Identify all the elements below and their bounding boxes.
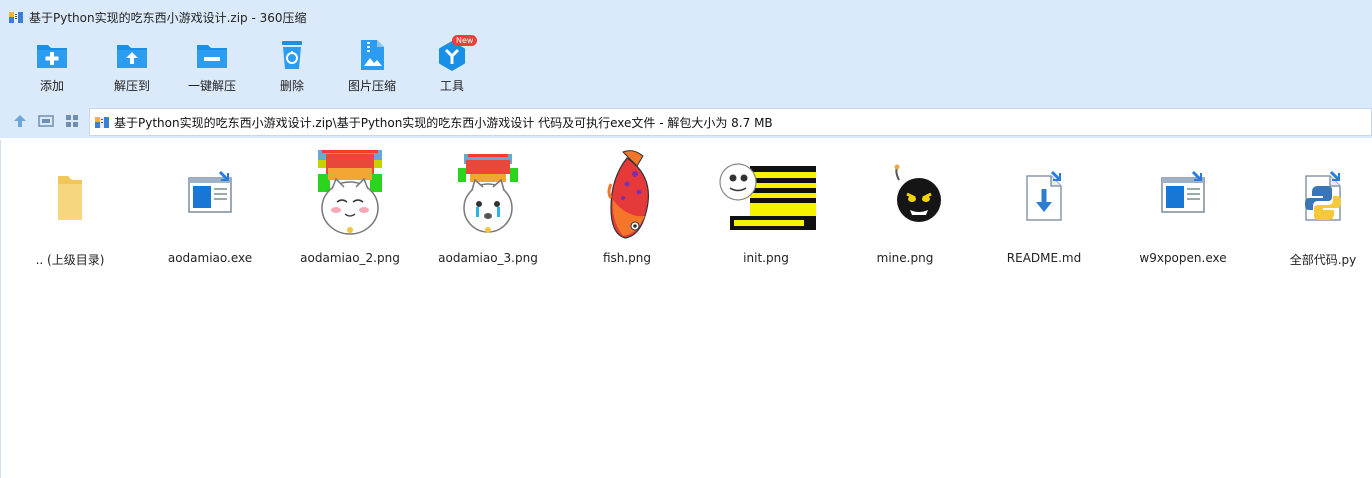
title-bar: 基于Python实现的吃东西小游戏设计.zip - 360压缩 (0, 0, 1372, 34)
file-item-aodamiao-exe[interactable]: aodamiao.exe (145, 144, 275, 265)
file-list-view: .. (上级目录) aodamiao.exe aodamiao_2.png ao… (0, 140, 1372, 478)
file-name: aodamiao_2.png (300, 251, 400, 265)
archive-icon (94, 114, 110, 130)
delete-button[interactable]: 删除 (252, 38, 332, 93)
file-name: README.md (1006, 251, 1082, 265)
window-title: 基于Python实现的吃东西小游戏设计.zip - 360压缩 (29, 10, 307, 25)
image-compress-button[interactable]: 图片压缩 (332, 38, 412, 93)
tools-label: 工具 (439, 79, 464, 93)
path-field[interactable]: 基于Python实现的吃东西小游戏设计.zip\基于Python实现的吃东西小游… (89, 108, 1372, 136)
file-name: w9xpopen.exe (1139, 251, 1227, 265)
file-item-all-code-py[interactable]: 全部代码.py (1258, 144, 1372, 268)
file-name: init.png (743, 251, 789, 265)
new-badge: New (452, 35, 478, 46)
file-item-readme-md[interactable]: README.md (979, 144, 1109, 265)
extract-to-button[interactable]: 解压到 (92, 38, 172, 93)
one-click-extract-label: 一键解压 (187, 79, 236, 93)
file-item-w9xpopen-exe[interactable]: w9xpopen.exe (1118, 144, 1248, 265)
file-name: fish.png (602, 251, 652, 265)
tools-button[interactable]: New 工具 (412, 35, 492, 93)
delete-label: 删除 (279, 79, 304, 93)
file-item-fish-png[interactable]: fish.png (562, 144, 692, 265)
cat-image-thumbnail (438, 144, 538, 239)
exe-icon (160, 144, 260, 239)
file-name: .. (上级目录) (35, 253, 105, 267)
tools-icon: New (435, 35, 478, 72)
exe-icon (1133, 144, 1233, 239)
one-click-extract-icon (195, 38, 229, 72)
delete-icon (275, 38, 309, 72)
file-item-aodamiao-3-png[interactable]: aodamiao_3.png (423, 144, 553, 265)
add-folder-icon (35, 38, 69, 72)
address-bar: 基于Python实现的吃东西小游戏设计.zip\基于Python实现的吃东西小游… (0, 104, 1372, 138)
fish-image-thumbnail (577, 144, 677, 239)
archive-app-icon (8, 9, 24, 25)
folder-icon (20, 144, 120, 239)
file-item-init-png[interactable]: init.png (701, 144, 831, 265)
grid-view-icon[interactable] (64, 113, 80, 129)
file-name: 全部代码.py (1289, 253, 1357, 267)
image-compress-label: 图片压缩 (347, 79, 396, 93)
add-label: 添加 (39, 79, 64, 93)
file-name: aodamiao.exe (167, 251, 253, 265)
file-name: mine.png (876, 251, 934, 265)
python-file-icon (1273, 144, 1372, 239)
add-button[interactable]: 添加 (12, 38, 92, 93)
up-arrow-icon[interactable] (12, 113, 28, 129)
extract-to-label: 解压到 (113, 79, 150, 93)
main-toolbar: 添加 解压到 一键解压 删除 图片压缩 New 工具 (0, 34, 1372, 104)
markdown-file-icon (994, 144, 1094, 239)
bomb-image-thumbnail (855, 144, 955, 239)
file-item-aodamiao-2-png[interactable]: aodamiao_2.png (285, 144, 415, 265)
image-compress-icon (355, 38, 389, 72)
file-item-mine-png[interactable]: mine.png (840, 144, 970, 265)
path-text: 基于Python实现的吃东西小游戏设计.zip\基于Python实现的吃东西小游… (114, 115, 773, 130)
cat-image-thumbnail (300, 144, 400, 239)
file-item-parent-folder[interactable]: .. (上级目录) (5, 144, 135, 268)
init-image-thumbnail (716, 144, 816, 239)
file-name: aodamiao_3.png (438, 251, 538, 265)
detail-view-icon[interactable] (38, 113, 54, 129)
extract-to-icon (115, 38, 149, 72)
one-click-extract-button[interactable]: 一键解压 (172, 38, 252, 93)
